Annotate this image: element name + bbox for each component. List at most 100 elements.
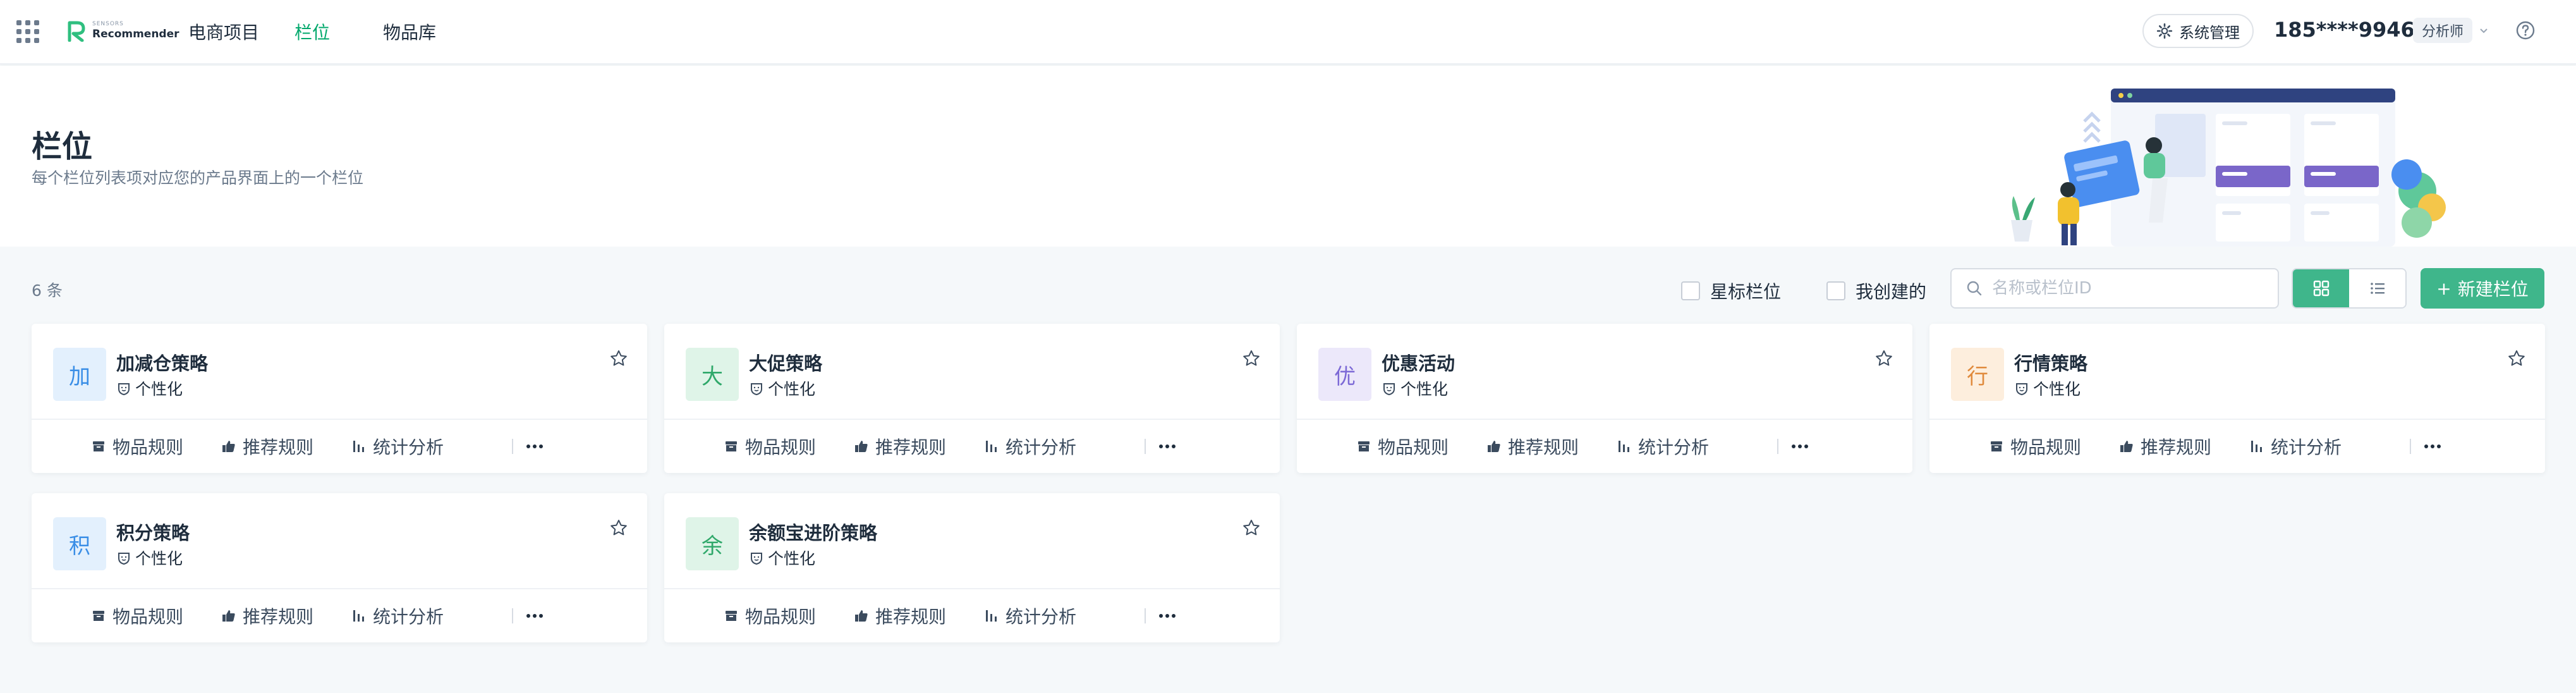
system-settings-label: 系统管理 bbox=[2179, 23, 2240, 42]
rec-rules-label: 推荐规则 bbox=[875, 437, 947, 458]
stats-action[interactable]: 统计分析 bbox=[984, 603, 1076, 629]
view-toggle bbox=[2292, 268, 2407, 309]
stats-action[interactable]: 统计分析 bbox=[2249, 434, 2342, 459]
rec-rules-action[interactable]: 推荐规则 bbox=[854, 603, 946, 629]
plus-icon: + bbox=[2436, 278, 2451, 299]
nav-item-slots[interactable]: 栏位 bbox=[295, 19, 330, 44]
filter-starred-label: 星标栏位 bbox=[1710, 281, 1782, 302]
divider bbox=[1145, 608, 1146, 623]
bar-chart-icon bbox=[2251, 441, 2263, 452]
slot-name[interactable]: 大促策略 bbox=[749, 349, 822, 376]
slot-card-header[interactable]: 优 优惠活动 个性化 bbox=[1297, 324, 1912, 419]
rec-rules-action[interactable]: 推荐规则 bbox=[221, 603, 313, 629]
item-rules-action[interactable]: 物品规则 bbox=[1356, 434, 1449, 459]
slot-type-tag: 个性化 bbox=[749, 546, 815, 569]
stats-label: 统计分析 bbox=[1638, 437, 1710, 458]
stats-action[interactable]: 统计分析 bbox=[1617, 434, 1709, 459]
star-icon[interactable] bbox=[1874, 349, 1893, 368]
item-rules-label: 物品规则 bbox=[2010, 437, 2082, 458]
logo[interactable]: SENSORS Recommender bbox=[66, 19, 179, 42]
more-icon[interactable] bbox=[1155, 603, 1180, 629]
item-rules-label: 物品规则 bbox=[112, 606, 184, 627]
slot-card-header[interactable]: 余 余额宝进阶策略 个性化 bbox=[664, 493, 1280, 588]
item-rules-label: 物品规则 bbox=[112, 437, 184, 458]
slot-name[interactable]: 加减仓策略 bbox=[116, 349, 208, 376]
archive-icon bbox=[93, 441, 104, 451]
slot-card-actions: 物品规则 推荐规则 统计分析 bbox=[1297, 419, 1912, 473]
new-slot-button[interactable]: + 新建栏位 bbox=[2421, 268, 2544, 309]
rec-rules-label: 推荐规则 bbox=[243, 606, 314, 627]
system-settings-button[interactable]: 系统管理 bbox=[2142, 14, 2254, 48]
slot-card-header[interactable]: 加 加减仓策略 个性化 bbox=[32, 324, 647, 419]
nav-item-project[interactable]: 电商项目 bbox=[188, 19, 259, 44]
search-input[interactable] bbox=[1992, 279, 2270, 298]
star-icon[interactable] bbox=[2507, 349, 2526, 368]
thumbs-up-icon bbox=[855, 441, 868, 452]
page-header: 栏位 每个栏位列表项对应您的产品界面上的一个栏位 bbox=[0, 66, 2576, 247]
slot-card-header[interactable]: 大 大促策略 个性化 bbox=[664, 324, 1280, 419]
rec-rules-action[interactable]: 推荐规则 bbox=[854, 434, 946, 459]
slot-card-header[interactable]: 行 行情策略 个性化 bbox=[1929, 324, 2545, 419]
slot-card-header[interactable]: 积 积分策略 个性化 bbox=[32, 493, 647, 588]
rec-rules-label: 推荐规则 bbox=[875, 606, 947, 627]
chevron-down-icon[interactable] bbox=[2477, 24, 2490, 37]
slot-name[interactable]: 余额宝进阶策略 bbox=[749, 518, 877, 545]
archive-icon bbox=[1991, 441, 2002, 451]
personalized-icon bbox=[751, 553, 762, 565]
logo-main-text: Recommender bbox=[92, 27, 179, 40]
slot-avatar: 加 bbox=[53, 348, 106, 401]
slot-name[interactable]: 行情策略 bbox=[2014, 349, 2087, 376]
user-phone[interactable]: 185****9946 bbox=[2274, 18, 2415, 42]
more-icon[interactable] bbox=[1787, 434, 1813, 459]
item-rules-action[interactable]: 物品规则 bbox=[91, 603, 183, 629]
nav-item-items[interactable]: 物品库 bbox=[383, 19, 436, 44]
slot-name[interactable]: 积分策略 bbox=[116, 518, 190, 545]
slot-avatar: 大 bbox=[686, 348, 739, 401]
more-icon[interactable] bbox=[522, 434, 547, 459]
stats-label: 统计分析 bbox=[1005, 437, 1077, 458]
slot-avatar: 余 bbox=[686, 517, 739, 570]
rec-rules-action[interactable]: 推荐规则 bbox=[1486, 434, 1579, 459]
slot-card-actions: 物品规则 推荐规则 统计分析 bbox=[32, 419, 647, 473]
help-icon[interactable] bbox=[2515, 20, 2536, 40]
more-icon[interactable] bbox=[522, 603, 547, 629]
item-rules-action[interactable]: 物品规则 bbox=[1989, 434, 2081, 459]
star-icon[interactable] bbox=[609, 518, 628, 537]
filter-starred-checkbox[interactable]: 星标栏位 bbox=[1681, 278, 1781, 304]
checkbox-box[interactable] bbox=[1826, 281, 1845, 300]
slot-card: 加 加减仓策略 个性化 物品规则 推荐规则 统计分析 bbox=[32, 324, 647, 473]
slot-card-actions: 物品规则 推荐规则 统计分析 bbox=[664, 419, 1280, 473]
thumbs-up-icon bbox=[222, 610, 235, 622]
archive-icon bbox=[726, 611, 737, 621]
thumbs-up-icon bbox=[1488, 441, 1500, 452]
stats-label: 统计分析 bbox=[373, 437, 444, 458]
logo-small-text: SENSORS bbox=[92, 20, 124, 27]
rec-rules-action[interactable]: 推荐规则 bbox=[221, 434, 313, 459]
stats-action[interactable]: 统计分析 bbox=[351, 434, 444, 459]
star-icon[interactable] bbox=[1242, 349, 1261, 368]
grid-view-button[interactable] bbox=[2293, 269, 2349, 307]
filter-mine-checkbox[interactable]: 我创建的 bbox=[1826, 278, 1926, 304]
slot-card-actions: 物品规则 推荐规则 统计分析 bbox=[32, 588, 647, 642]
more-icon[interactable] bbox=[1155, 434, 1180, 459]
item-rules-label: 物品规则 bbox=[1378, 437, 1449, 458]
role-badge[interactable]: 分析师 bbox=[2413, 18, 2473, 43]
list-view-button[interactable] bbox=[2349, 269, 2405, 307]
slot-name[interactable]: 优惠活动 bbox=[1382, 349, 1455, 376]
search-box bbox=[1950, 268, 2279, 309]
checkbox-box[interactable] bbox=[1681, 281, 1700, 300]
slot-type-label: 个性化 bbox=[768, 549, 816, 568]
slot-type-label: 个性化 bbox=[2033, 380, 2081, 398]
app-grid-icon[interactable] bbox=[16, 20, 39, 43]
star-icon[interactable] bbox=[1242, 518, 1261, 537]
star-icon[interactable] bbox=[609, 349, 628, 368]
stats-action[interactable]: 统计分析 bbox=[351, 603, 444, 629]
item-rules-action[interactable]: 物品规则 bbox=[91, 434, 183, 459]
personalized-icon bbox=[118, 553, 130, 565]
item-rules-action[interactable]: 物品规则 bbox=[724, 434, 816, 459]
rec-rules-action[interactable]: 推荐规则 bbox=[2119, 434, 2211, 459]
slot-type-label: 个性化 bbox=[768, 380, 816, 398]
item-rules-action[interactable]: 物品规则 bbox=[724, 603, 816, 629]
more-icon[interactable] bbox=[2420, 434, 2445, 459]
stats-action[interactable]: 统计分析 bbox=[984, 434, 1076, 459]
